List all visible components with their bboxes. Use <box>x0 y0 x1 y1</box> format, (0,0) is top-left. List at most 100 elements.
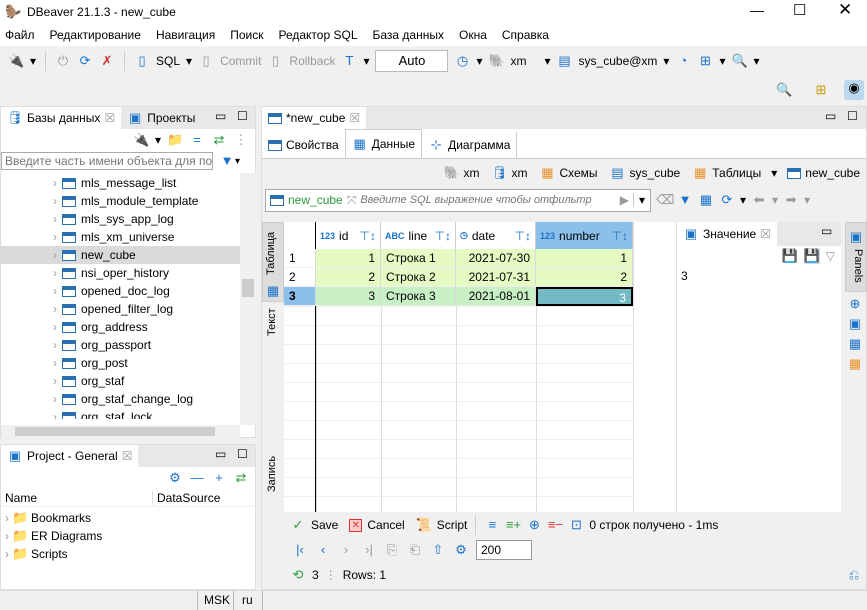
close-icon[interactable]: ☒ <box>760 227 771 241</box>
save-button[interactable]: Save <box>311 518 338 532</box>
expand-arrow-icon[interactable]: › <box>53 320 57 334</box>
script-button[interactable]: Script <box>437 518 468 532</box>
dropdown-icon[interactable]: ▾ <box>30 54 36 68</box>
auto-save-icon[interactable]: 💾 <box>803 248 820 264</box>
grid-cell[interactable]: 3 <box>536 287 633 306</box>
close-icon[interactable]: ☒ <box>349 111 360 125</box>
fetch-next-icon[interactable]: ⎘ <box>384 542 400 558</box>
grid-cell[interactable]: 2 <box>316 268 381 287</box>
reconnect-icon[interactable]: ⟳ <box>77 53 93 69</box>
side-tab-record[interactable]: Запись <box>262 432 284 512</box>
search-icon[interactable]: 🔍 <box>731 53 747 69</box>
transaction-mode-icon[interactable]: T <box>341 53 357 69</box>
close-icon[interactable]: ☒ <box>104 111 115 125</box>
commit-button[interactable]: Commit <box>220 54 261 68</box>
link-editor-icon[interactable]: ⇄ <box>211 132 227 148</box>
disconnect-all-icon[interactable]: ✗ <box>99 53 115 69</box>
tree-item[interactable]: › org_staf_change_log <box>1 390 255 408</box>
sort-filter-icon[interactable]: ⊤↕ <box>612 229 628 243</box>
filter-history-dropdown[interactable]: ▾ <box>632 193 650 207</box>
navigator-filter-input[interactable] <box>1 152 213 170</box>
tree-item[interactable]: › org_passport <box>1 336 255 354</box>
collapse-icon[interactable]: — <box>189 470 205 486</box>
tree-item[interactable]: › mls_xm_universe <box>1 228 255 246</box>
add-row-icon[interactable]: ≡+ <box>505 517 521 533</box>
refresh-results-icon[interactable]: ⟲ <box>290 567 306 583</box>
apply-filter-icon[interactable]: ▶ <box>620 193 629 207</box>
minimize-icon[interactable]: ▭ <box>825 109 836 123</box>
tree-item[interactable]: › org_staf_lock <box>1 408 255 419</box>
grid-cell[interactable]: Строка 3 <box>381 287 456 306</box>
refresh-icon[interactable]: ⟳ <box>719 192 735 208</box>
expand-arrow-icon[interactable]: › <box>53 356 57 370</box>
fetch-size-input[interactable] <box>476 540 532 560</box>
maximize-icon[interactable]: ☐ <box>847 109 858 123</box>
tree-item[interactable]: › org_staf <box>1 372 255 390</box>
cancel-button[interactable]: Cancel <box>367 518 404 532</box>
link-icon[interactable]: ⇄ <box>233 470 249 486</box>
menu-icon[interactable]: ⋮ <box>233 132 249 148</box>
tree-item[interactable]: › mls_sys_app_log <box>1 210 255 228</box>
minimize-icon[interactable]: ▭ <box>215 109 226 123</box>
save-value-icon[interactable]: 💾 <box>782 248 798 264</box>
menu-search[interactable]: Поиск <box>230 28 263 42</box>
tab-new-cube[interactable]: *new_cube ☒ <box>262 107 367 129</box>
tree-item[interactable]: › mls_module_template <box>1 192 255 210</box>
maximize-button[interactable]: ☐ <box>793 1 806 19</box>
grid-cell[interactable]: 1 <box>316 249 381 268</box>
tree-item[interactable]: › org_address <box>1 318 255 336</box>
tree-item[interactable]: › opened_doc_log <box>1 282 255 300</box>
sort-filter-icon[interactable]: ⊤↕ <box>515 229 531 243</box>
column-header-id[interactable]: 123 id ⊤↕ <box>316 222 381 249</box>
tab-databases[interactable]: 🛢 Базы данных ☒ <box>1 107 122 129</box>
minimize-icon[interactable]: ▭ <box>821 224 832 238</box>
menu-edit[interactable]: Редактирование <box>50 28 141 42</box>
subtab-data[interactable]: ▦ Данные <box>344 129 423 158</box>
menu-file[interactable]: Файл <box>5 28 35 42</box>
tab-projects[interactable]: ▣ Проекты <box>121 107 201 129</box>
fetch-all-icon[interactable]: ⎗ <box>407 542 423 558</box>
sql-button[interactable]: SQL <box>156 54 180 68</box>
panels-tab[interactable]: ▣ Panels <box>845 222 867 292</box>
last-page-icon[interactable]: ›| <box>361 542 377 558</box>
menu-database[interactable]: База данных <box>373 28 444 42</box>
expand-arrow-icon[interactable]: › <box>53 230 57 244</box>
aggregate-icon[interactable]: ⊕ <box>847 296 863 312</box>
expand-arrow-icon[interactable]: › <box>53 392 57 406</box>
filter-icon[interactable]: ▼ <box>677 192 693 208</box>
expand-arrow-icon[interactable]: › <box>53 410 57 419</box>
vertical-scrollbar[interactable] <box>240 173 256 425</box>
side-tab-text[interactable]: Текст <box>262 302 284 432</box>
export-icon[interactable]: ⇧ <box>430 542 446 558</box>
expand-arrow-icon[interactable]: › <box>53 194 57 208</box>
minimize-icon[interactable]: ▭ <box>215 447 226 461</box>
layout-icon[interactable]: ⊡ <box>568 517 584 533</box>
column-header-line[interactable]: ABC line ⊤↕ <box>381 222 456 249</box>
row-number[interactable]: 2 <box>284 268 316 287</box>
restore-layout-icon[interactable]: ⎌ <box>846 567 862 583</box>
filter-settings-icon[interactable]: ▦ <box>698 192 714 208</box>
settings-icon[interactable]: ⚙ <box>167 470 183 486</box>
close-button[interactable]: ✕ <box>838 0 852 20</box>
grid-cell[interactable]: Строка 2 <box>381 268 456 287</box>
row-number[interactable]: 3 <box>284 287 316 306</box>
delete-row-icon[interactable]: ≡− <box>547 517 563 533</box>
timezone-indicator[interactable]: MSK <box>204 593 230 607</box>
history-icon[interactable]: ◷ <box>454 53 470 69</box>
eraser-icon[interactable]: ⌫ <box>656 192 674 208</box>
expand-arrow-icon[interactable]: › <box>53 248 57 262</box>
subtab-diagram[interactable]: ⊹ Диаграмма <box>422 132 518 158</box>
grid-cell[interactable]: 3 <box>316 287 381 306</box>
maximize-icon[interactable]: ☐ <box>237 109 248 123</box>
column-datasource[interactable]: DataSource <box>153 491 220 505</box>
tree-item[interactable]: › mls_message_list <box>1 174 255 192</box>
schema-selector[interactable]: sys_cube@xm <box>579 54 658 68</box>
quick-search-icon[interactable]: 🔍 <box>776 82 792 98</box>
add-icon[interactable]: + <box>211 470 227 486</box>
sort-filter-icon[interactable]: ⊤↕ <box>360 229 376 243</box>
next-page-icon[interactable]: › <box>338 542 354 558</box>
expand-icon[interactable]: ⤧ <box>347 193 357 208</box>
grid-cell[interactable]: Строка 1 <box>381 249 456 268</box>
project-item-scripts[interactable]: › 📁 Scripts <box>1 545 255 563</box>
tree-item[interactable]: › new_cube <box>1 246 255 264</box>
